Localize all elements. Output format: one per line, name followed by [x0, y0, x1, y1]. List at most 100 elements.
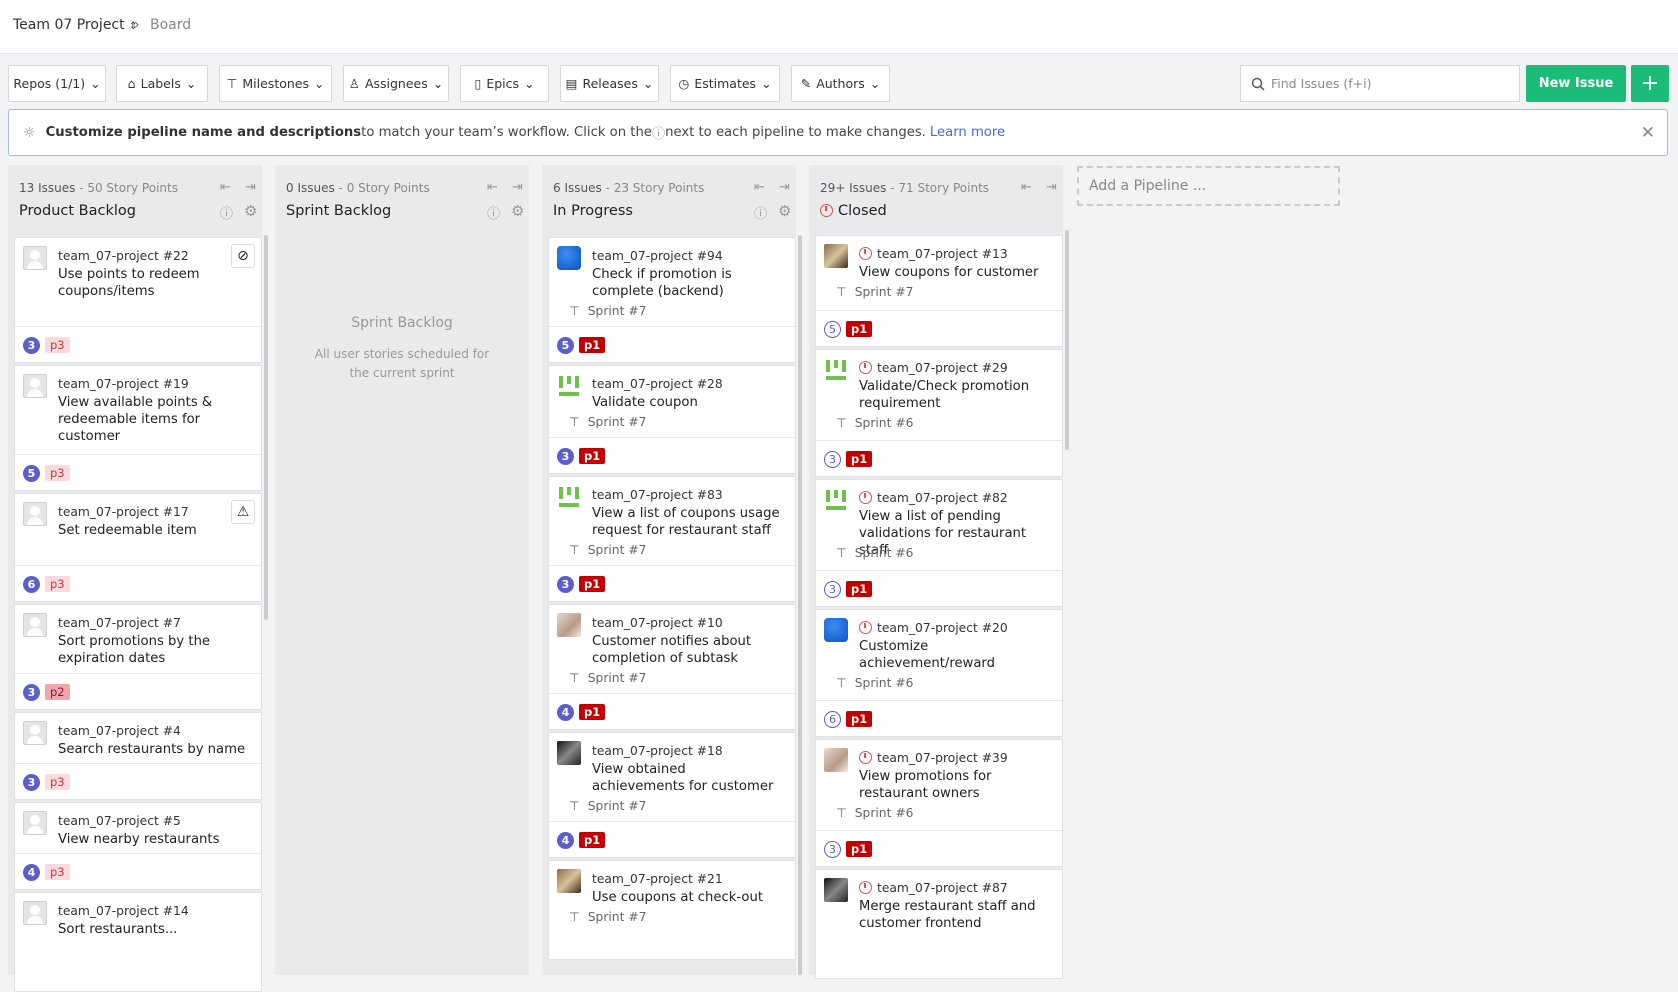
issue-repo-number: team_07-project #20 [859, 621, 1008, 635]
chevron-down-icon: ⌄ [314, 76, 325, 91]
card-footer: 4 p3 [15, 853, 261, 889]
closed-icon [820, 204, 833, 217]
milestones-filter-button[interactable]: ⊤ Milestones ⌄ [219, 65, 332, 102]
issue-card[interactable]: team_07-project #82 View a list of pendi… [815, 479, 1063, 607]
user-icon: ♙ [348, 76, 360, 91]
issue-card[interactable]: team_07-project #19 View available point… [14, 365, 262, 491]
issue-card[interactable]: team_07-project #20 Customize achievemen… [815, 609, 1063, 737]
estimate-badge: 5 [23, 465, 40, 482]
gear-icon[interactable]: ⚙ [244, 202, 257, 220]
issue-card[interactable]: team_07-project #17 Set redeemable item … [14, 493, 262, 602]
collapse-icon[interactable]: ⇥ [1046, 180, 1057, 195]
collapse-left-icon[interactable]: ⇤ [220, 180, 231, 195]
issue-card[interactable]: team_07-project #83 View a list of coupo… [548, 476, 796, 602]
gear-icon[interactable]: ⚙ [778, 202, 791, 220]
warning-icon[interactable]: ⚠ [231, 500, 255, 524]
issue-card[interactable]: team_07-project #21 Use coupons at check… [548, 860, 796, 960]
estimate-badge: 3 [824, 451, 841, 468]
collapse-left-icon[interactable]: ⇤ [487, 180, 498, 195]
close-icon[interactable]: ✕ [1641, 123, 1655, 143]
issue-card[interactable]: team_07-project #5 View nearby restauran… [14, 802, 262, 890]
chevron-down-icon: ⌄ [524, 76, 535, 91]
issue-card[interactable]: team_07-project #18 View obtained achiev… [548, 732, 796, 858]
card-footer: 3 p3 [15, 326, 261, 362]
issue-title: View obtained achievements for customer [592, 762, 774, 794]
estimate-badge: 6 [23, 576, 40, 593]
card-footer: 3 p1 [816, 830, 1062, 866]
scrollbar[interactable] [798, 235, 802, 975]
collapse-left-icon[interactable]: ⇤ [754, 180, 765, 195]
banner-text-2: next to each pipeline to make changes. [665, 125, 926, 140]
pipeline-header: 6 Issues - 23 Story Points In Progress ⇤… [542, 165, 796, 229]
issue-repo-number: team_07-project #29 [859, 361, 1008, 375]
releases-filter-button[interactable]: ▤ Releases ⌄ [560, 65, 659, 102]
repos-filter-button[interactable]: Repos (1/1) ⌄ [8, 65, 106, 102]
pipeline-count: 0 Issues - 0 Story Points [286, 181, 430, 195]
issue-title: Customize achievement/reward [859, 639, 995, 671]
issue-repo-number: team_07-project #28 [592, 377, 723, 391]
document-icon: ▤ [565, 76, 578, 91]
add-pipeline-button[interactable]: Add a Pipeline ... [1077, 166, 1340, 206]
issue-card[interactable]: team_07-project #94 Check if promotion i… [548, 237, 796, 363]
estimate-badge: 4 [557, 704, 574, 721]
issue-card[interactable]: team_07-project #87 Merge restaurant sta… [815, 869, 1063, 979]
scrollbar[interactable] [1065, 230, 1069, 450]
collapse-left-icon[interactable]: ⇤ [1021, 180, 1032, 195]
find-issues-search[interactable] [1240, 65, 1520, 102]
signpost-icon: ⊤ [836, 676, 847, 690]
sprint-milestone: ⊤ Sprint #7 [569, 543, 647, 557]
card-footer: 3 p2 [15, 673, 261, 709]
issue-card[interactable]: team_07-project #10 Customer notifies ab… [548, 604, 796, 730]
signpost-icon: ⊤ [569, 799, 580, 813]
chevron-down-icon: ⌄ [432, 76, 444, 91]
empty-pipeline-description: All user stories scheduled for the curre… [314, 347, 490, 380]
collapse-icon[interactable]: ⇥ [512, 180, 523, 195]
issue-card[interactable]: team_07-project #13 View coupons for cus… [815, 235, 1063, 347]
signpost-icon: ⊤ [836, 546, 847, 560]
collapse-icon[interactable]: ⇥ [779, 180, 790, 195]
learn-more-link[interactable]: Learn more [930, 125, 1005, 140]
issue-title: Search restaurants by name [58, 742, 246, 757]
closed-icon [859, 361, 872, 374]
avatar [23, 246, 47, 270]
new-issue-button[interactable]: New Issue [1526, 65, 1626, 102]
avatar [557, 246, 581, 270]
chevron-down-icon: ⌄ [642, 76, 654, 91]
breadcrumb-project[interactable]: Team 07 Project ⇕ [13, 17, 137, 33]
epics-filter-button[interactable]: ▯ Epics ⌄ [460, 65, 549, 102]
signpost-icon: ⊤ [569, 304, 580, 318]
sprint-milestone: ⊤ Sprint #6 [836, 676, 914, 690]
scrollbar[interactable] [264, 235, 268, 620]
issue-repo-number: team_07-project #94 [592, 249, 723, 263]
issue-card[interactable]: team_07-project #4 Search restaurants by… [14, 712, 262, 800]
issue-title: Validate coupon [592, 395, 698, 410]
gear-icon[interactable]: ⚙ [511, 202, 524, 220]
estimate-badge: 3 [23, 684, 40, 701]
blocked-icon[interactable]: ⊘ [231, 244, 255, 268]
estimate-badge: 3 [557, 448, 574, 465]
issue-repo-number: team_07-project #19 [58, 377, 189, 391]
issue-card[interactable]: team_07-project #7 Sort promotions by th… [14, 604, 262, 710]
collapse-icon[interactable]: ⇥ [245, 180, 256, 195]
pipeline-name: Sprint Backlog [286, 203, 392, 219]
assignees-filter-button[interactable]: ♙ Assignees ⌄ [343, 65, 449, 102]
issue-card[interactable]: team_07-project #28 Validate coupon ⊤ Spr… [548, 365, 796, 474]
authors-filter-button[interactable]: ✎ Authors ⌄ [791, 65, 890, 102]
issue-card[interactable]: team_07-project #22 Use points to redeem… [14, 237, 262, 363]
info-icon[interactable]: ⓘ [754, 203, 767, 222]
add-button[interactable]: + [1631, 65, 1669, 102]
info-icon[interactable]: ⓘ [487, 203, 500, 222]
search-input[interactable] [1271, 76, 1511, 91]
priority-label: p3 [45, 864, 70, 880]
issue-repo-number: team_07-project #82 [859, 491, 1008, 505]
issue-card[interactable]: team_07-project #39 View promotions for … [815, 739, 1063, 867]
priority-label: p1 [579, 448, 606, 464]
priority-label: p3 [45, 337, 70, 353]
issue-card[interactable]: team_07-project #29 Validate/Check promo… [815, 349, 1063, 477]
estimates-filter-button[interactable]: ◷ Estimates ⌄ [670, 65, 780, 102]
issue-card[interactable]: team_07-project #14 Sort restaurants... [14, 892, 262, 992]
issue-title: Sort restaurants... [58, 922, 178, 937]
info-icon[interactable]: ⓘ [220, 203, 233, 222]
chevron-down-icon: ⌄ [185, 76, 197, 91]
labels-filter-button[interactable]: ⌂ Labels ⌄ [116, 65, 208, 102]
